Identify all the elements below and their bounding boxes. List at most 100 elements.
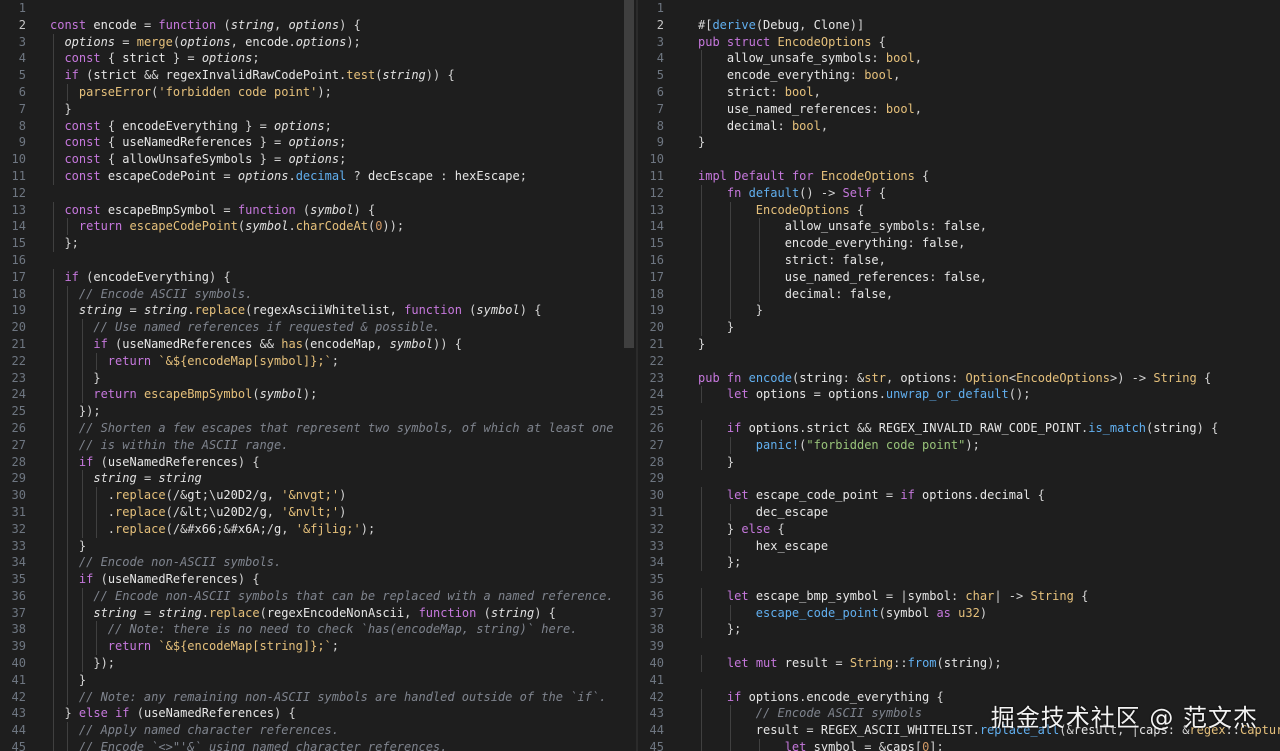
code-line[interactable]: 33 hex_escape	[638, 537, 1280, 555]
code-line[interactable]: 18 // Encode ASCII symbols.	[0, 285, 636, 303]
editor-pane-right[interactable]: 1 2 #[derive(Debug, Clone)] 3 pub struct Enc…	[638, 0, 1280, 751]
code-text: }	[78, 538, 87, 553]
code-line[interactable]: 40 });	[0, 655, 636, 672]
code-line[interactable]: 22 return `&${encodeMap[symbol]};`;	[0, 352, 636, 370]
code-line[interactable]: 15 };	[0, 235, 636, 252]
code-line[interactable]: 39 return `&${encodeMap[string]};`;	[0, 638, 636, 656]
code-line[interactable]: 16 strict: false,	[638, 251, 1280, 269]
code-line[interactable]: 21 if (useNamedReferences && has(encodeM…	[0, 335, 636, 353]
code-line[interactable]: 19 string = string.replace(regexAsciiWhi…	[0, 302, 636, 320]
code-line[interactable]: 6 parseError('forbidden code point');	[0, 83, 636, 101]
code-line[interactable]: 27 panic!("forbidden code point");	[638, 436, 1280, 454]
code-line[interactable]: 18 decimal: false,	[638, 285, 1280, 303]
code-line[interactable]: 15 encode_everything: false,	[638, 235, 1280, 252]
code-line[interactable]: 30 let escape_code_point = if options.de…	[638, 487, 1280, 504]
code-line[interactable]: 7 }	[0, 100, 636, 118]
code-line[interactable]: 30 .replace(/&gt;\u20D2/g, '&nvgt;')	[0, 487, 636, 504]
code-line[interactable]: 22	[638, 353, 1280, 370]
code-line[interactable]: 1	[638, 0, 1280, 17]
code-line[interactable]: 7 use_named_references: bool,	[638, 100, 1280, 118]
code-line[interactable]: 3 options = merge(options, encode.option…	[0, 33, 636, 51]
code-line[interactable]: 33 }	[0, 537, 636, 555]
code-line[interactable]: 38 };	[638, 621, 1280, 639]
code-line[interactable]: 45 let symbol = &caps[0];	[638, 739, 1280, 751]
code-line[interactable]: 5 if (strict && regexInvalidRawCodePoint…	[0, 67, 636, 84]
code-text: } else if (useNamedReferences) {	[64, 706, 296, 721]
code-line[interactable]: 28 }	[638, 453, 1280, 471]
code-line[interactable]: 8 const { encodeEverything } = options;	[0, 117, 636, 135]
editor-pane-left[interactable]: 1 2 const encode = function (string, optio…	[0, 0, 636, 751]
code-line[interactable]: 5 encode_everything: bool,	[638, 67, 1280, 84]
code-line[interactable]: 28 if (useNamedReferences) {	[0, 453, 636, 471]
code-line[interactable]: 29 string = string	[0, 470, 636, 488]
code-line[interactable]: 34 };	[638, 554, 1280, 572]
code-line[interactable]: 36 let escape_bmp_symbol = |symbol: char…	[638, 587, 1280, 605]
code-line[interactable]: 17 use_named_references: false,	[638, 268, 1280, 286]
code-line[interactable]: 37 string = string.replace(regexEncodeNo…	[0, 604, 636, 622]
code-line[interactable]: 34 // Encode non-ASCII symbols.	[0, 554, 636, 572]
code-line[interactable]: 43 } else if (useNamedReferences) {	[0, 705, 636, 723]
code-line[interactable]: 6 strict: bool,	[638, 83, 1280, 101]
code-line[interactable]: 42 // Note: any remaining non-ASCII symb…	[0, 688, 636, 706]
code-line[interactable]: 3 pub struct EncodeOptions {	[638, 34, 1280, 51]
code-line[interactable]: 16	[0, 252, 636, 269]
code-line[interactable]: 26 // Shorten a few escapes that represe…	[0, 419, 636, 437]
line-number: 25	[649, 404, 664, 419]
code-line[interactable]: 25	[638, 403, 1280, 420]
code-line[interactable]: 31 dec_escape	[638, 503, 1280, 521]
code-line[interactable]: 24 let options = options.unwrap_or_defau…	[638, 386, 1280, 404]
code-line[interactable]: 20 }	[638, 319, 1280, 336]
code-line[interactable]: 37 escape_code_point(symbol as u32)	[638, 604, 1280, 622]
line-number: 6	[656, 84, 664, 99]
line-number: 14	[649, 219, 664, 234]
code-line[interactable]: 1	[0, 0, 636, 17]
line-number: 27	[11, 437, 26, 452]
code-line[interactable]: 23 }	[0, 369, 636, 387]
code-line[interactable]: 11 impl Default for EncodeOptions {	[638, 168, 1280, 185]
code-line[interactable]: 26 if options.strict && REGEX_INVALID_RA…	[638, 419, 1280, 437]
code-line[interactable]: 12	[0, 185, 636, 202]
code-line[interactable]: 32 } else {	[638, 520, 1280, 538]
scrollbar-thumb-left[interactable]	[624, 0, 634, 348]
code-line[interactable]: 17 if (encodeEverything) {	[0, 268, 636, 286]
code-line[interactable]: 20 // Use named references if requested …	[0, 319, 636, 336]
code-line[interactable]: 21}	[638, 336, 1280, 353]
code-line[interactable]: 12 fn default() -> Self {	[638, 184, 1280, 202]
code-line[interactable]: 10 const { allowUnsafeSymbols } = option…	[0, 151, 636, 168]
code-line[interactable]: 8 decimal: bool,	[638, 117, 1280, 135]
code-line[interactable]: 24 return escapeBmpSymbol(symbol);	[0, 386, 636, 404]
code-line[interactable]: 27 // is within the ASCII range.	[0, 436, 636, 454]
code-line[interactable]: 39	[638, 638, 1280, 655]
code-line[interactable]: 10	[638, 151, 1280, 168]
code-text: let mut result = String::from(string);	[726, 656, 1002, 671]
code-line[interactable]: 13 const escapeBmpSymbol = function (sym…	[0, 201, 636, 219]
code-line[interactable]: 35	[638, 571, 1280, 588]
code-line[interactable]: 45 // Encode `<>"'&` using named charact…	[0, 739, 636, 751]
code-line[interactable]: 2 const encode = function (string, option…	[0, 17, 636, 34]
code-line[interactable]: 19 }	[638, 302, 1280, 320]
code-line[interactable]: 11 const escapeCodePoint = options.decim…	[0, 167, 636, 185]
code-text: };	[726, 622, 742, 637]
code-line[interactable]: 44 // Apply named character references.	[0, 722, 636, 740]
line-number: 1	[18, 1, 26, 15]
code-line[interactable]: 14 return escapeCodePoint(symbol.charCod…	[0, 218, 636, 236]
code-line[interactable]: 23 pub fn encode(string: &str, options: O…	[638, 370, 1280, 387]
code-line[interactable]: 2 #[derive(Debug, Clone)]	[638, 17, 1280, 34]
code-line[interactable]: 40 let mut result = String::from(string)…	[638, 655, 1280, 672]
code-line[interactable]: 13 EncodeOptions {	[638, 201, 1280, 219]
code-line[interactable]: 32 .replace(/&#x66;&#x6A;/g, '&fjlig;');	[0, 520, 636, 538]
code-line[interactable]: 25 });	[0, 403, 636, 420]
code-line[interactable]: 36 // Encode non-ASCII symbols that can …	[0, 587, 636, 605]
code-line[interactable]: 41 }	[0, 671, 636, 689]
code-line[interactable]: 4 const { strict } = options;	[0, 50, 636, 68]
scrollbar-left[interactable]	[624, 0, 636, 751]
code-line[interactable]: 41	[638, 672, 1280, 689]
code-line[interactable]: 29	[638, 470, 1280, 487]
code-line[interactable]: 38 // Note: there is no need to check `h…	[0, 621, 636, 639]
code-line[interactable]: 14 allow_unsafe_symbols: false,	[638, 218, 1280, 236]
code-line[interactable]: 31 .replace(/&lt;\u20D2/g, '&nvlt;')	[0, 503, 636, 521]
code-line[interactable]: 9}	[638, 134, 1280, 151]
code-line[interactable]: 9 const { useNamedReferences } = options…	[0, 134, 636, 152]
code-line[interactable]: 35 if (useNamedReferences) {	[0, 571, 636, 588]
code-line[interactable]: 4 allow_unsafe_symbols: bool,	[638, 50, 1280, 68]
